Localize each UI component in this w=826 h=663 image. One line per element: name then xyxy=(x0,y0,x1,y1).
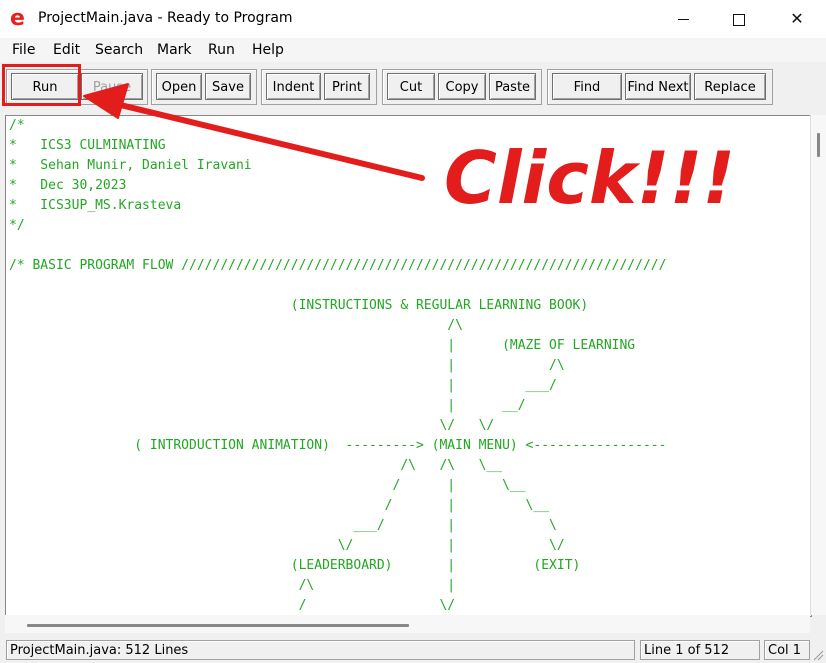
code-line[interactable]: / \/ xyxy=(9,596,666,616)
status-file-info: ProjectMain.java: 512 Lines xyxy=(6,640,635,660)
toolbar: Run Pause Open Save Indent Print Cut Cop… xyxy=(0,62,826,114)
code-text[interactable]: /* * ICS3 CULMINATING * Sehan Munir, Danie… xyxy=(9,116,666,616)
minimize-icon xyxy=(677,19,689,20)
menu-run[interactable]: Run xyxy=(208,42,235,58)
code-line[interactable]: (LEADERBOARD) | (EXIT) xyxy=(9,556,666,576)
copy-button[interactable]: Copy xyxy=(438,73,486,100)
status-column: Col 1 xyxy=(764,640,810,660)
code-line[interactable]: * Dec 30,2023 xyxy=(9,176,666,196)
title-bar: e ProjectMain.java - Ready to Program ✕ xyxy=(0,0,826,38)
run-button-highlight xyxy=(2,64,81,106)
paste-button[interactable]: Paste xyxy=(489,73,536,100)
status-line: Line 1 of 512 xyxy=(640,640,760,660)
open-button[interactable]: Open xyxy=(156,73,202,100)
code-line[interactable]: | (MAZE OF LEARNING xyxy=(9,336,666,356)
menu-search[interactable]: Search xyxy=(95,42,143,58)
cut-button[interactable]: Cut xyxy=(387,73,435,100)
code-line[interactable]: ___/ | \ xyxy=(9,516,666,536)
code-line[interactable]: */ xyxy=(9,216,666,236)
menu-bar: File Edit Search Mark Run Help xyxy=(0,38,826,62)
toolbar-group-edit: Indent Print xyxy=(261,69,377,105)
code-line[interactable]: \/ \/ xyxy=(9,416,666,436)
maximize-button[interactable] xyxy=(716,0,762,38)
resize-grip-icon[interactable] xyxy=(812,649,824,661)
code-line[interactable]: (INSTRUCTIONS & REGULAR LEARNING BOOK) xyxy=(9,296,666,316)
vertical-scrollbar[interactable] xyxy=(810,115,826,615)
code-line[interactable]: /\ /\ \__ xyxy=(9,456,666,476)
toolbar-group-file: Open Save xyxy=(151,69,257,105)
menu-help[interactable]: Help xyxy=(252,42,284,58)
toolbar-group-search: Find Find Next Replace xyxy=(547,69,773,105)
code-line[interactable]: \/ | \/ xyxy=(9,536,666,556)
menu-edit[interactable]: Edit xyxy=(53,42,80,58)
code-line[interactable]: / | \__ xyxy=(9,476,666,496)
pause-button[interactable]: Pause xyxy=(81,73,143,100)
maximize-icon xyxy=(733,13,745,26)
code-line[interactable]: /\ xyxy=(9,316,666,336)
menu-mark[interactable]: Mark xyxy=(157,42,192,58)
status-bar: ProjectMain.java: 512 Lines Line 1 of 51… xyxy=(0,636,826,663)
app-logo-icon: e xyxy=(10,6,25,31)
code-line[interactable]: * ICS3UP_MS.Krasteva xyxy=(9,196,666,216)
code-line[interactable]: | ___/ xyxy=(9,376,666,396)
close-button[interactable]: ✕ xyxy=(774,0,820,38)
code-line[interactable]: * ICS3 CULMINATING xyxy=(9,136,666,156)
vertical-scroll-thumb[interactable] xyxy=(817,133,820,157)
code-line[interactable]: | /\ xyxy=(9,356,666,376)
menu-file[interactable]: File xyxy=(12,42,35,58)
close-icon: ✕ xyxy=(790,9,804,28)
print-button[interactable]: Print xyxy=(324,73,370,100)
indent-button[interactable]: Indent xyxy=(266,73,321,100)
save-button[interactable]: Save xyxy=(205,73,251,100)
code-line[interactable] xyxy=(9,276,666,296)
code-editor[interactable]: /* * ICS3 CULMINATING * Sehan Munir, Danie… xyxy=(5,115,812,617)
code-line[interactable]: | __/ xyxy=(9,396,666,416)
toolbar-group-clipboard: Cut Copy Paste xyxy=(382,69,542,105)
code-line[interactable]: ( INTRODUCTION ANIMATION) ---------> (MA… xyxy=(9,436,666,456)
replace-button[interactable]: Replace xyxy=(694,73,766,100)
find-next-button[interactable]: Find Next xyxy=(625,73,691,100)
code-line[interactable]: /* xyxy=(9,116,666,136)
code-line[interactable]: / | \__ xyxy=(9,496,666,516)
code-line[interactable]: /\ | xyxy=(9,576,666,596)
code-line[interactable]: * Sehan Munir, Daniel Iravani xyxy=(9,156,666,176)
find-button[interactable]: Find xyxy=(552,73,622,100)
minimize-button[interactable] xyxy=(660,0,706,38)
code-line[interactable] xyxy=(9,236,666,256)
horizontal-scrollbar[interactable] xyxy=(5,615,810,633)
horizontal-scroll-thumb[interactable] xyxy=(27,624,409,627)
window-title: ProjectMain.java - Ready to Program xyxy=(38,10,293,26)
code-line[interactable]: /* BASIC PROGRAM FLOW //////////////////… xyxy=(9,256,666,276)
